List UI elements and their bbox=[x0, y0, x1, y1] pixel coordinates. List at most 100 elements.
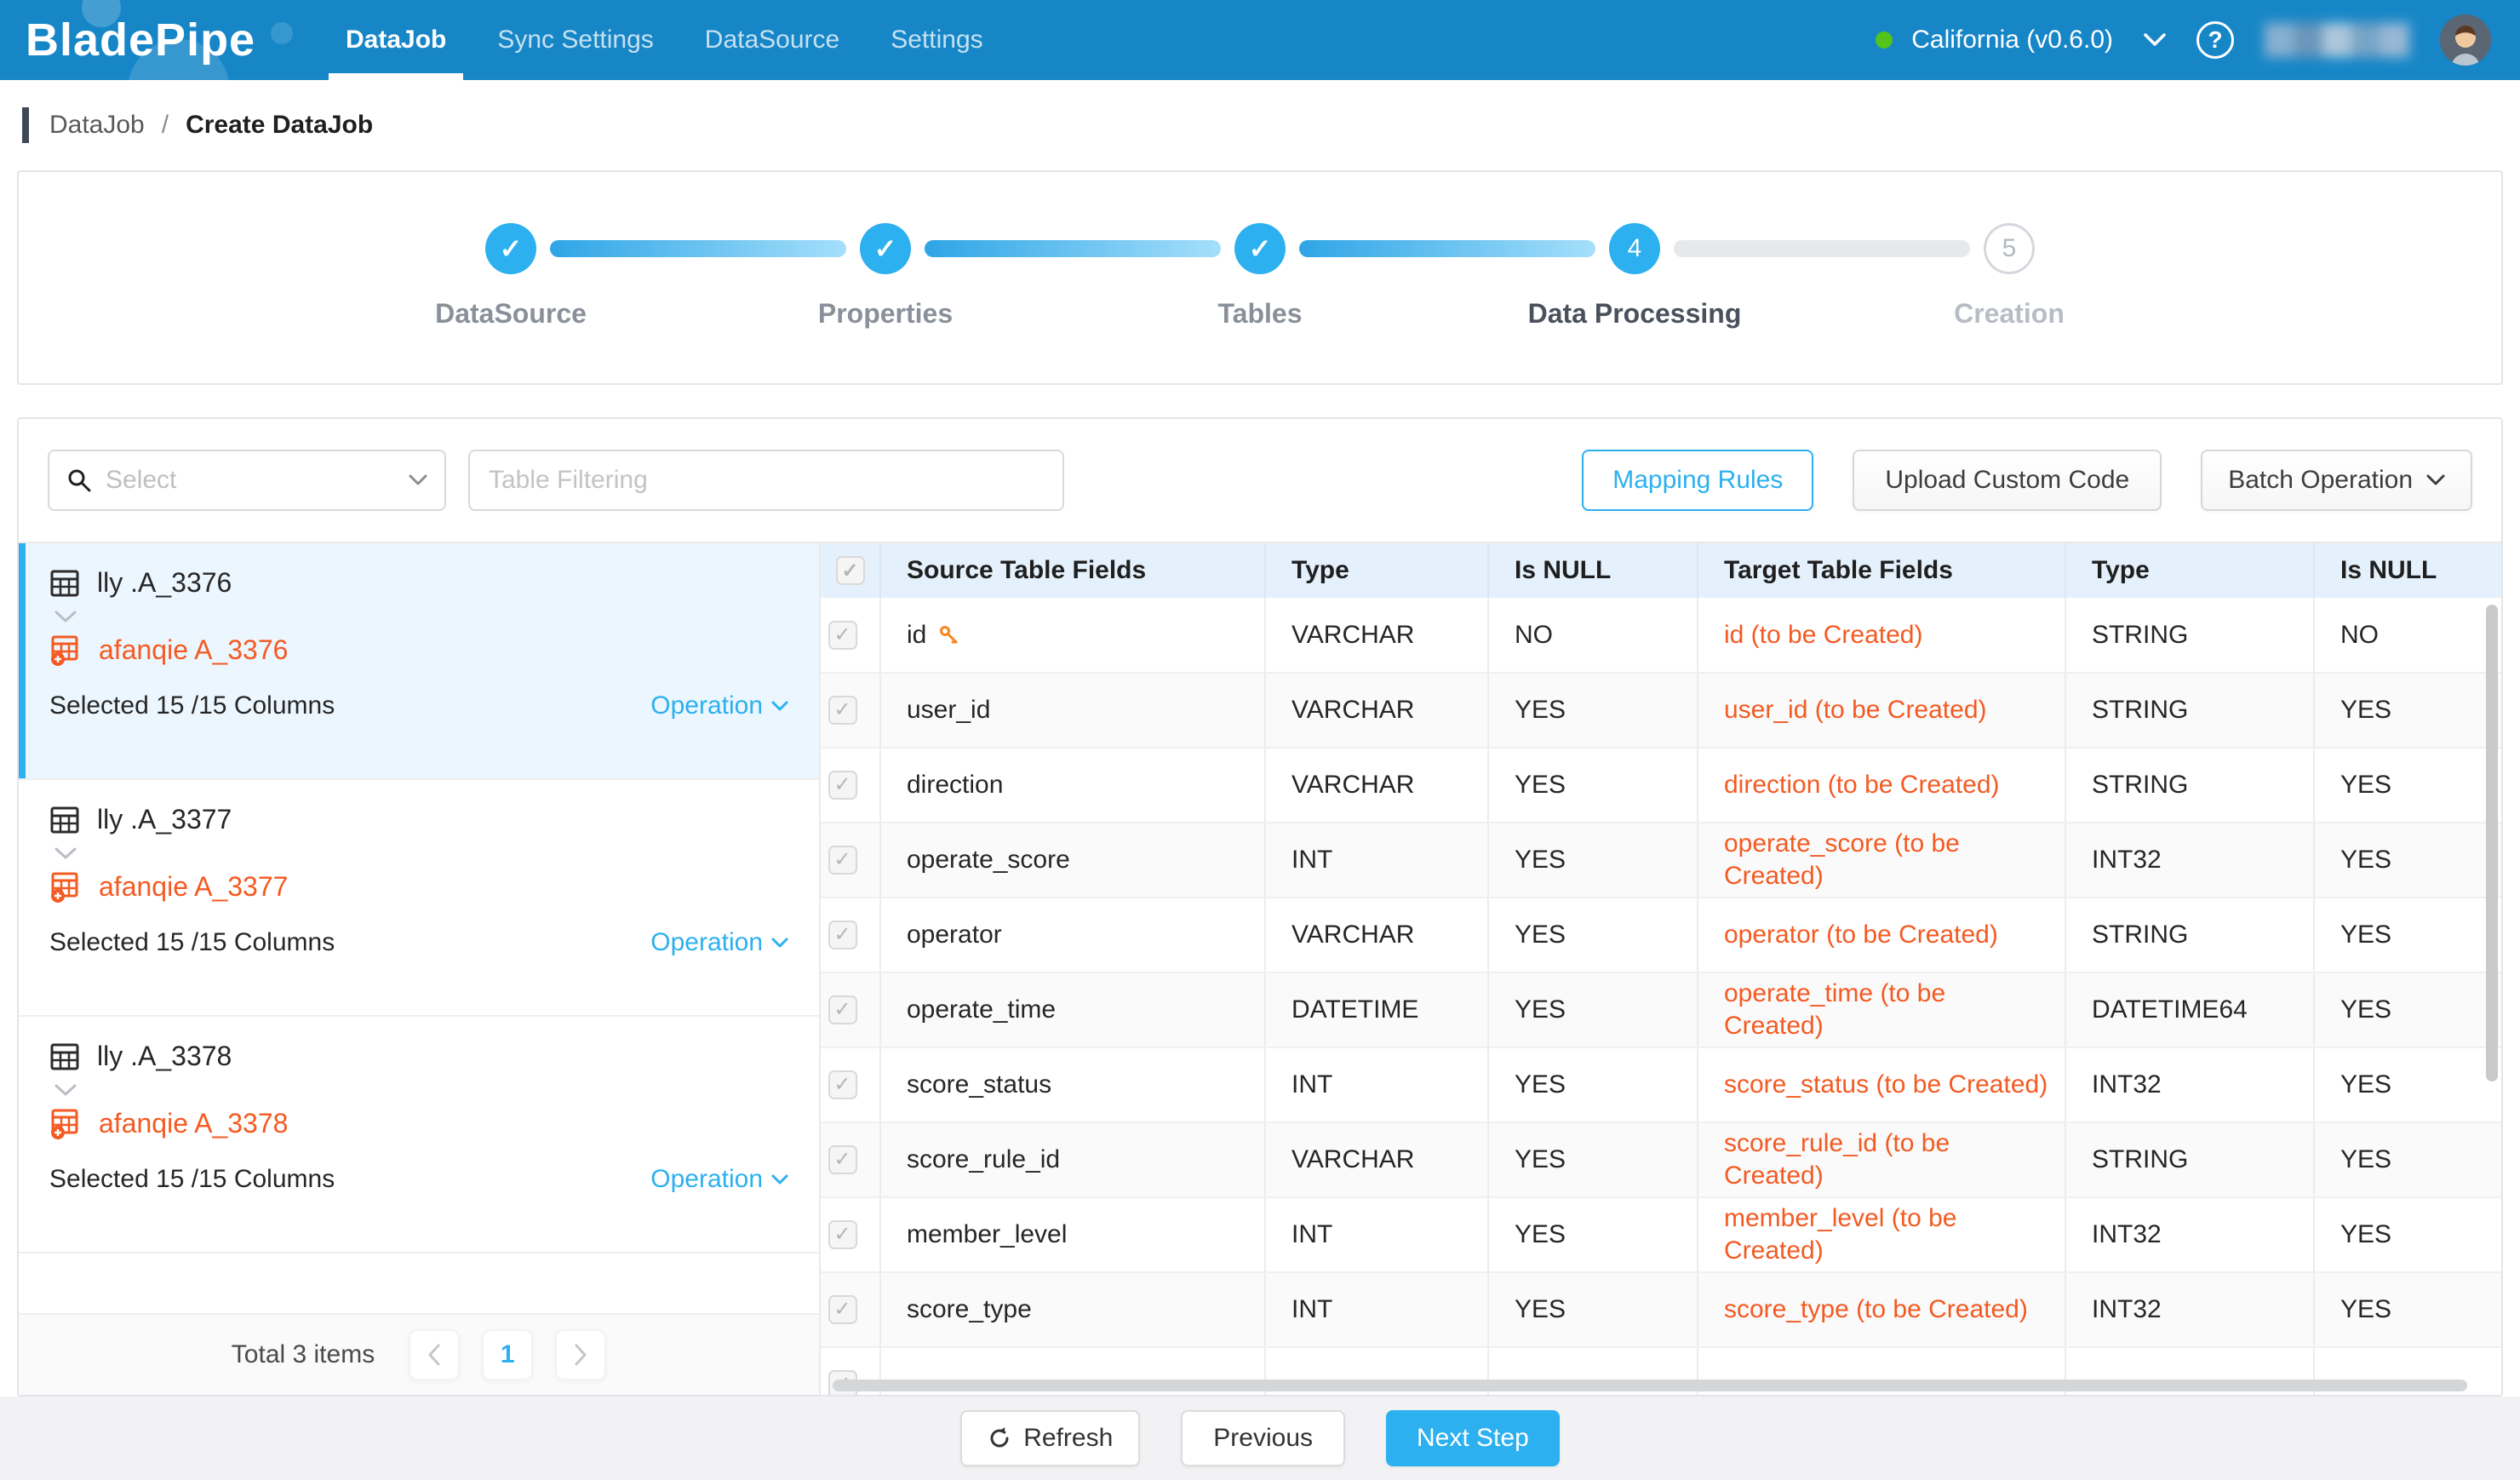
target-table-name: afanqie A_3378 bbox=[99, 1108, 288, 1139]
select-placeholder: Select bbox=[106, 466, 409, 495]
table-list-item[interactable]: lly .A_3376 afanqie A_3376 Selected 15 /… bbox=[19, 543, 819, 780]
primary-key-icon bbox=[938, 624, 960, 646]
field-row: member_level INT YES member_level (to be… bbox=[821, 1197, 2501, 1272]
username-redacted bbox=[2265, 23, 2409, 57]
mapping-rules-button[interactable]: Mapping Rules bbox=[1582, 450, 1813, 511]
step-data-processing: 4 Data Processing bbox=[1609, 223, 1660, 274]
row-checkbox[interactable] bbox=[828, 771, 857, 800]
step-done-icon bbox=[485, 223, 536, 274]
chevron-down-icon[interactable] bbox=[54, 611, 788, 623]
row-checkbox[interactable] bbox=[828, 1145, 857, 1174]
chevron-down-icon bbox=[2426, 474, 2445, 486]
operation-dropdown-link[interactable]: Operation bbox=[650, 691, 788, 720]
search-icon bbox=[66, 468, 92, 493]
pagination: Total 3 items 1 bbox=[19, 1313, 819, 1395]
primary-nav: DataJob Sync Settings DataSource Setting… bbox=[320, 0, 1009, 80]
table-list-item[interactable]: lly .A_3377 afanqie A_3377 Selected 15 /… bbox=[19, 780, 819, 1017]
field-row: operator VARCHAR YES operator (to be Cre… bbox=[821, 898, 2501, 972]
stepper-card: DataSource Properties Tables 4 Data Proc… bbox=[17, 170, 2503, 385]
list-filler bbox=[19, 1253, 819, 1313]
table-list-pane: lly .A_3376 afanqie A_3376 Selected 15 /… bbox=[19, 543, 821, 1395]
table-icon bbox=[49, 805, 80, 835]
step-done-icon bbox=[1234, 223, 1286, 274]
step-connector bbox=[925, 240, 1221, 257]
check-icon bbox=[1249, 232, 1272, 265]
target-table-name: afanqie A_3376 bbox=[99, 634, 288, 666]
user-avatar[interactable] bbox=[2440, 14, 2491, 66]
row-checkbox[interactable] bbox=[828, 696, 857, 725]
operation-dropdown-link[interactable]: Operation bbox=[650, 1165, 788, 1194]
vertical-scrollbar-thumb[interactable] bbox=[2486, 605, 2498, 1081]
target-table-add-icon bbox=[49, 634, 82, 666]
breadcrumb-current: Create DataJob bbox=[186, 111, 373, 140]
data-processing-panel: Select Mapping Rules Upload Custom Code … bbox=[17, 417, 2503, 1397]
row-checkbox[interactable] bbox=[828, 921, 857, 949]
nav-item-datasource[interactable]: DataSource bbox=[679, 0, 865, 80]
logo-text: BladePipe bbox=[26, 14, 255, 66]
col-source-isnull: Is NULL bbox=[1488, 543, 1698, 598]
batch-operation-button[interactable]: Batch Operation bbox=[2201, 450, 2472, 511]
target-table-name: afanqie A_3377 bbox=[99, 871, 288, 903]
previous-button[interactable]: Previous bbox=[1181, 1410, 1345, 1466]
col-target-type: Type bbox=[2065, 543, 2314, 598]
breadcrumb-accent-bar bbox=[22, 107, 29, 143]
step-tables: Tables bbox=[1234, 223, 1286, 274]
chevron-down-icon[interactable] bbox=[54, 847, 788, 860]
next-step-button[interactable]: Next Step bbox=[1386, 1410, 1560, 1466]
selected-columns-text: Selected 15 /15 Columns bbox=[49, 691, 335, 720]
field-mapping-table: Source Table Fields Type Is NULL Target … bbox=[821, 543, 2501, 1395]
row-checkbox[interactable] bbox=[828, 995, 857, 1024]
source-table-name: lly .A_3377 bbox=[97, 804, 232, 835]
selected-columns-text: Selected 15 /15 Columns bbox=[49, 928, 335, 957]
pagination-prev-button[interactable] bbox=[409, 1329, 460, 1380]
source-table-name: lly .A_3378 bbox=[97, 1041, 232, 1072]
logo-bubble-decoration bbox=[271, 22, 293, 44]
field-row: operate_time DATETIME YES operate_time (… bbox=[821, 972, 2501, 1047]
help-icon[interactable]: ? bbox=[2196, 21, 2234, 59]
breadcrumb: DataJob / Create DataJob bbox=[0, 80, 2520, 170]
table-filter-input[interactable] bbox=[468, 450, 1064, 511]
row-checkbox[interactable] bbox=[828, 1070, 857, 1099]
operation-dropdown-link[interactable]: Operation bbox=[650, 928, 788, 957]
check-icon bbox=[500, 232, 523, 265]
field-row: score_type INT YES score_type (to be Cre… bbox=[821, 1272, 2501, 1347]
step-properties: Properties bbox=[860, 223, 911, 274]
content-split: lly .A_3376 afanqie A_3376 Selected 15 /… bbox=[19, 543, 2501, 1395]
nav-item-sync-settings[interactable]: Sync Settings bbox=[472, 0, 679, 80]
footer-actions: Refresh Previous Next Step bbox=[0, 1397, 2520, 1480]
nav-item-settings[interactable]: Settings bbox=[865, 0, 1008, 80]
col-source-fields: Source Table Fields bbox=[880, 543, 1265, 598]
pagination-page-1[interactable]: 1 bbox=[482, 1329, 533, 1380]
refresh-button[interactable]: Refresh bbox=[960, 1410, 1140, 1466]
horizontal-scrollbar-thumb[interactable] bbox=[833, 1380, 2467, 1391]
target-table-add-icon bbox=[49, 870, 82, 903]
table-list-item[interactable]: lly .A_3378 afanqie A_3378 Selected 15 /… bbox=[19, 1017, 819, 1253]
row-checkbox[interactable] bbox=[828, 1295, 857, 1324]
row-checkbox[interactable] bbox=[828, 846, 857, 875]
nav-item-datajob[interactable]: DataJob bbox=[320, 0, 472, 80]
col-target-fields: Target Table Fields bbox=[1698, 543, 2065, 598]
table-header-row: Source Table Fields Type Is NULL Target … bbox=[821, 543, 2501, 598]
wizard-stepper: DataSource Properties Tables 4 Data Proc… bbox=[485, 172, 2035, 274]
chevron-down-icon[interactable] bbox=[2144, 33, 2166, 47]
step-creation: 5 Creation bbox=[1984, 223, 2035, 274]
upload-custom-code-button[interactable]: Upload Custom Code bbox=[1853, 450, 2162, 511]
region-version-label[interactable]: California (v0.6.0) bbox=[1911, 26, 2113, 54]
field-row: score_rule_id VARCHAR YES score_rule_id … bbox=[821, 1122, 2501, 1197]
step-connector bbox=[550, 240, 846, 257]
field-row: user_id VARCHAR YES user_id (to be Creat… bbox=[821, 673, 2501, 748]
row-checkbox[interactable] bbox=[828, 1220, 857, 1249]
pagination-next-button[interactable] bbox=[555, 1329, 606, 1380]
navbar-right-cluster: California (v0.6.0) ? bbox=[1876, 0, 2520, 80]
table-select-dropdown[interactable]: Select bbox=[48, 450, 446, 511]
row-checkbox[interactable] bbox=[828, 621, 857, 650]
col-source-type: Type bbox=[1265, 543, 1488, 598]
step-number-badge: 4 bbox=[1609, 223, 1660, 274]
chevron-down-icon bbox=[409, 474, 427, 486]
chevron-down-icon[interactable] bbox=[54, 1084, 788, 1097]
app-logo: BladePipe bbox=[0, 0, 306, 80]
source-table-name: lly .A_3376 bbox=[97, 567, 232, 599]
pagination-total: Total 3 items bbox=[232, 1340, 375, 1369]
breadcrumb-parent[interactable]: DataJob bbox=[49, 111, 145, 140]
select-all-checkbox[interactable] bbox=[836, 556, 865, 585]
